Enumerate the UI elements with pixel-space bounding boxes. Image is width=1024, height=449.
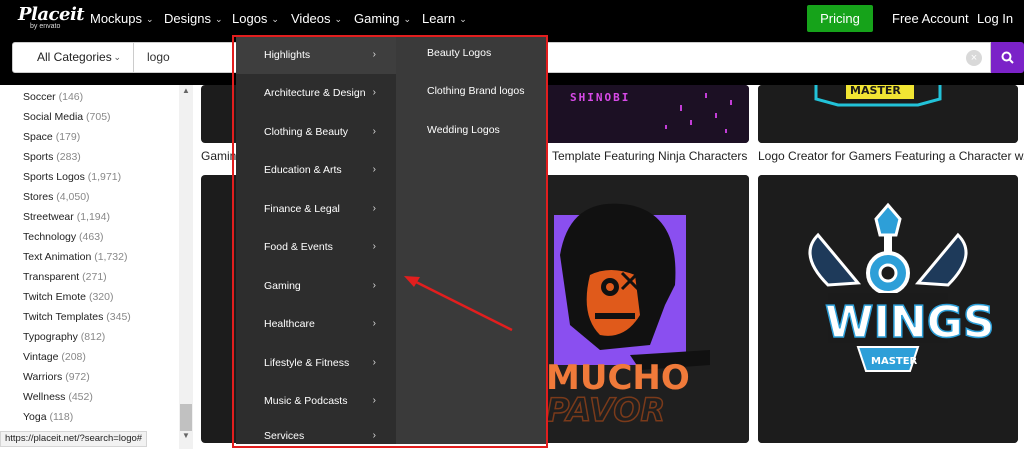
page: Placeit by envato Mockups ⌄ Designs ⌄ Logo…: [0, 0, 1024, 449]
annotation-arrow: [404, 276, 513, 332]
